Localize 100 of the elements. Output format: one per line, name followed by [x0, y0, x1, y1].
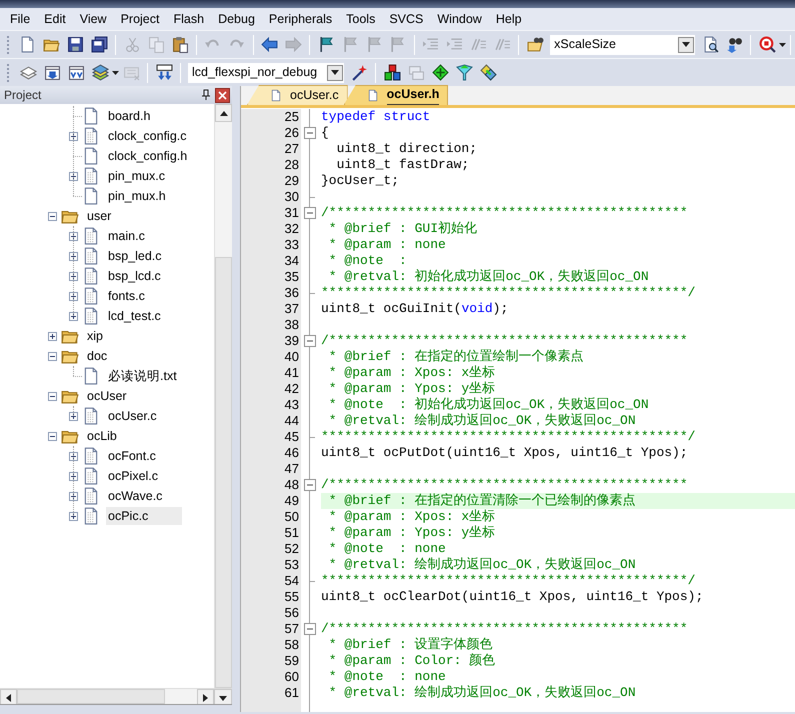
expand-toggle[interactable]	[68, 512, 78, 520]
diamonds-icon[interactable]	[480, 64, 496, 81]
right-arrow-icon[interactable]	[203, 694, 208, 702]
paste-icon[interactable]	[172, 36, 189, 53]
expand-toggle[interactable]	[68, 172, 78, 180]
target-dropdown[interactable]: lcd_flexspi_nor_debug	[188, 62, 344, 82]
line-number: 61	[284, 685, 300, 701]
fold-toggle[interactable]	[304, 479, 316, 491]
tree-item[interactable]: ocWave.c	[106, 487, 164, 505]
tree-item[interactable]: ocPic.c	[106, 507, 182, 525]
menu-item[interactable]: Project	[114, 8, 166, 30]
tree-item[interactable]: lcd_test.c	[106, 307, 163, 325]
dropdown-arrow-icon[interactable]	[331, 70, 339, 75]
menu-item[interactable]: File	[3, 8, 38, 30]
code-line: * @retval: 绘制成功返回oc_OK，失败返回oc_ON	[328, 685, 637, 701]
editor-tab[interactable]: ocUser.c	[247, 85, 348, 105]
layers-icon[interactable]	[92, 64, 108, 81]
binoculars-icon[interactable]	[726, 36, 743, 53]
left-arrow-icon[interactable]	[6, 694, 11, 702]
line-number: 56	[284, 605, 300, 621]
fold-toggle[interactable]	[304, 127, 316, 139]
blocks-icon[interactable]	[384, 64, 400, 81]
code-line: /**********************************************	[321, 333, 689, 349]
funnel-icon[interactable]	[456, 64, 472, 81]
menu-item[interactable]: SVCS	[382, 8, 430, 30]
expand-toggle[interactable]	[68, 272, 78, 280]
expand-toggle[interactable]	[68, 452, 78, 460]
document-icon	[82, 187, 100, 206]
code-line: * @note : none	[328, 669, 447, 685]
tree-item[interactable]: 必读说明.txt	[106, 367, 179, 385]
pin-icon[interactable]	[201, 89, 211, 101]
menu-item[interactable]: Edit	[37, 8, 73, 30]
symbol-search-field[interactable]: xScaleSize	[550, 34, 696, 54]
line-number: 42	[284, 381, 300, 397]
save-all-icon[interactable]	[90, 36, 108, 53]
tree-item[interactable]: clock_config.h	[106, 147, 190, 165]
tree-item[interactable]: doc	[85, 347, 110, 365]
wand-icon[interactable]	[350, 64, 368, 81]
tree-item[interactable]: board.h	[106, 107, 152, 125]
tree-item[interactable]: ocUser	[85, 387, 129, 405]
new-file-icon[interactable]	[19, 36, 36, 53]
tree-item[interactable]: ocLib	[85, 427, 119, 445]
flag-icon[interactable]	[318, 36, 335, 53]
tree-item[interactable]: xip	[85, 327, 105, 345]
vertical-scrollbar[interactable]	[214, 104, 232, 688]
diamond-icon[interactable]	[432, 64, 448, 81]
tree-item[interactable]: main.c	[106, 227, 147, 245]
expand-toggle[interactable]	[68, 132, 78, 140]
down-arrow-icon[interactable]	[219, 696, 227, 700]
find-document-icon[interactable]	[702, 36, 719, 53]
download-icon[interactable]	[156, 64, 172, 81]
tree-item[interactable]: ocUser.c	[106, 407, 159, 425]
stack-icon[interactable]	[20, 64, 36, 81]
rebuild-icon[interactable]	[68, 64, 84, 81]
caret-icon[interactable]	[778, 43, 786, 48]
code-line: * @param : Xpos: x坐标	[328, 509, 496, 525]
menu-item[interactable]: Help	[488, 8, 529, 30]
menu-item[interactable]: Peripherals	[262, 8, 340, 30]
build-icon[interactable]	[44, 64, 60, 81]
code-line: ***********************************************/	[321, 285, 696, 301]
collapse-toggle[interactable]	[48, 212, 56, 220]
expand-toggle[interactable]	[68, 472, 78, 480]
folder-binoculars-icon[interactable]	[526, 36, 544, 53]
collapse-toggle[interactable]	[48, 392, 56, 400]
up-arrow-icon[interactable]	[220, 110, 228, 116]
caret-icon[interactable]	[112, 71, 119, 76]
code-line: * @note : none	[328, 541, 447, 557]
fold-toggle[interactable]	[304, 335, 316, 347]
back-arrow-icon[interactable]	[261, 36, 278, 53]
tree-item[interactable]: user	[85, 207, 114, 225]
expand-toggle[interactable]	[68, 412, 78, 420]
menu-item[interactable]: Debug	[211, 8, 262, 30]
menu-item[interactable]: Window	[430, 8, 489, 30]
tree-item[interactable]: pin_mux.h	[106, 187, 168, 205]
magnifier-icon[interactable]	[758, 36, 776, 53]
expand-toggle[interactable]	[68, 292, 78, 300]
menu-item[interactable]: View	[72, 8, 114, 30]
fold-toggle[interactable]	[304, 623, 316, 635]
tree-item[interactable]: fonts.c	[106, 287, 147, 305]
tree-item[interactable]: clock_config.c	[106, 127, 189, 145]
expand-toggle[interactable]	[68, 492, 78, 500]
dropdown-arrow-icon[interactable]	[682, 42, 690, 47]
tree-item[interactable]: ocFont.c	[106, 447, 158, 465]
collapse-toggle[interactable]	[48, 432, 56, 440]
fold-toggle[interactable]	[304, 207, 316, 219]
tree-item[interactable]: pin_mux.c	[106, 167, 167, 185]
tree-item[interactable]: ocPixel.c	[106, 467, 160, 485]
horizontal-scrollbar[interactable]	[0, 688, 232, 704]
collapse-toggle[interactable]	[48, 352, 56, 360]
close-button[interactable]	[215, 88, 230, 102]
editor-tab[interactable]: ocUser.h	[344, 85, 448, 105]
tree-item[interactable]: bsp_led.c	[106, 247, 164, 265]
expand-toggle[interactable]	[68, 232, 78, 240]
expand-toggle[interactable]	[68, 312, 78, 320]
expand-toggle[interactable]	[48, 332, 56, 340]
expand-toggle[interactable]	[68, 252, 78, 260]
tree-item[interactable]: bsp_lcd.c	[106, 267, 163, 285]
save-icon[interactable]	[67, 36, 84, 53]
menu-item[interactable]: Flash	[166, 8, 212, 30]
menu-item[interactable]: Tools	[339, 8, 382, 30]
